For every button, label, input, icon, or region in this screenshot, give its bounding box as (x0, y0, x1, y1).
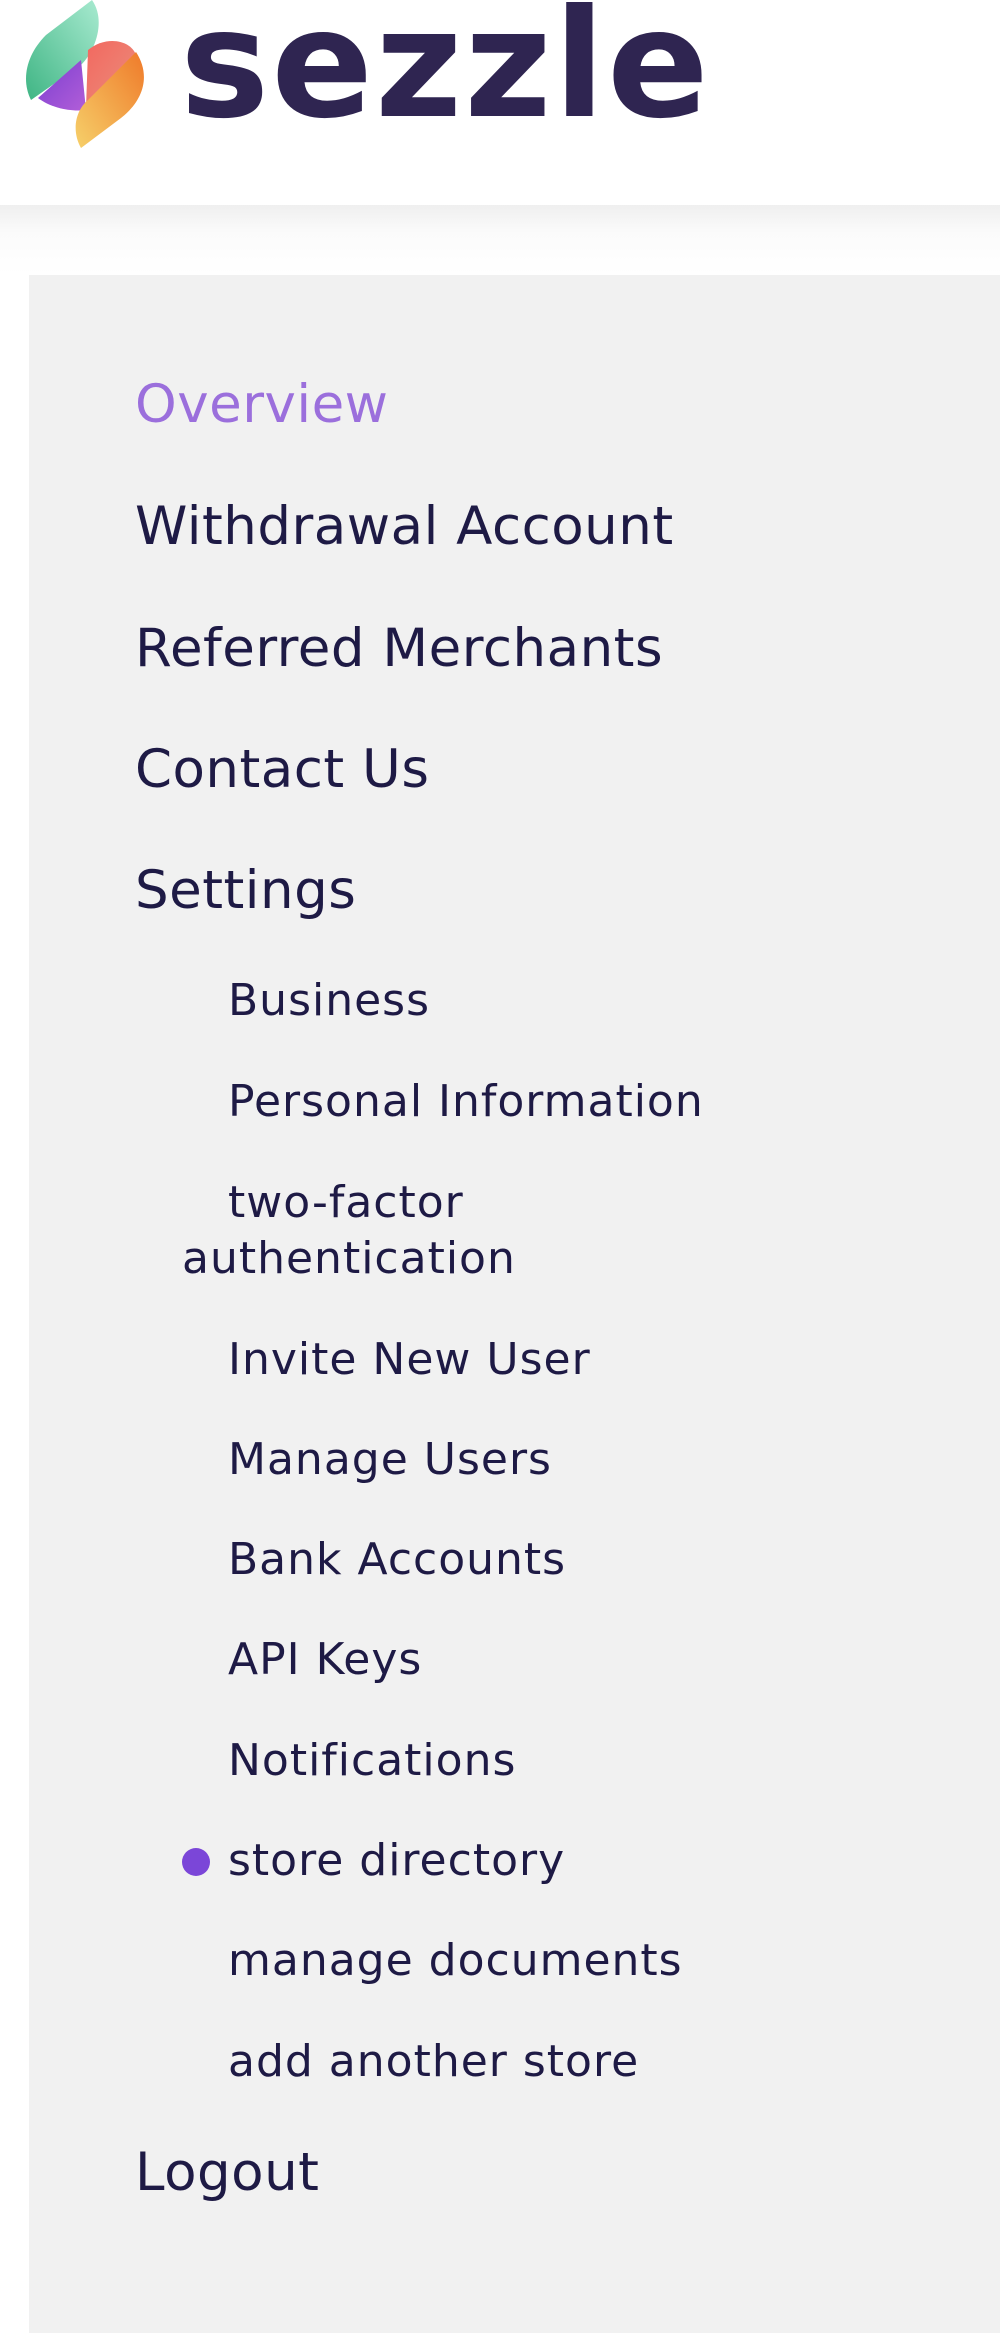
site-header: sezzle (0, 0, 1000, 205)
nav-item-withdrawal-account[interactable]: Withdrawal Account (135, 495, 674, 559)
settings-item-business[interactable]: Business (228, 973, 430, 1029)
nav-item-referred-merchants[interactable]: Referred Merchants (135, 617, 663, 681)
settings-item-add-another-store[interactable]: add another store (228, 2034, 639, 2090)
settings-item-notifications[interactable]: Notifications (228, 1733, 516, 1789)
nav-item-logout[interactable]: Logout (135, 2141, 319, 2205)
header-divider (0, 205, 1000, 275)
nav-item-overview[interactable]: Overview (135, 373, 389, 437)
sezzle-logo-icon[interactable] (26, 0, 152, 150)
settings-item-manage-users[interactable]: Manage Users (228, 1432, 552, 1488)
settings-item-store-directory[interactable]: store directory (228, 1833, 565, 1889)
two-factor-label-line1: two-factor (228, 1177, 464, 1228)
sezzle-wordmark[interactable]: sezzle (180, 0, 711, 140)
settings-item-two-factor-authentication[interactable]: two-factor authentication (182, 1175, 668, 1287)
settings-item-invite-new-user[interactable]: Invite New User (228, 1332, 591, 1388)
settings-item-manage-documents[interactable]: manage documents (228, 1933, 683, 1989)
settings-item-bank-accounts[interactable]: Bank Accounts (228, 1532, 566, 1588)
two-factor-label-line2: authentication (182, 1233, 516, 1284)
settings-item-api-keys[interactable]: API Keys (228, 1632, 422, 1688)
settings-item-personal-information[interactable]: Personal Information (228, 1074, 704, 1130)
current-page-dot-icon (182, 1848, 210, 1876)
nav-item-contact-us[interactable]: Contact Us (135, 738, 429, 802)
sidebar-nav (29, 275, 1000, 2333)
nav-item-settings[interactable]: Settings (135, 859, 356, 923)
